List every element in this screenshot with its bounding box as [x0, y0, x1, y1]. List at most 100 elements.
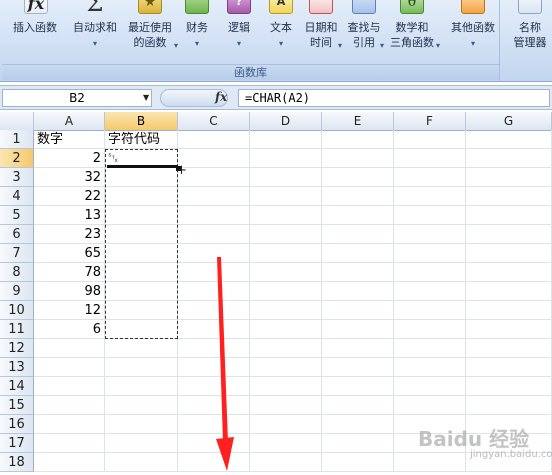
- cell-f8[interactable]: [394, 263, 466, 282]
- row-header[interactable]: 5: [0, 206, 34, 225]
- cell-e12[interactable]: [322, 339, 394, 358]
- cell-b7[interactable]: [105, 244, 178, 263]
- cell-b5[interactable]: [105, 206, 178, 225]
- cell-c2[interactable]: [178, 149, 250, 168]
- cell-a2[interactable]: 2: [34, 149, 105, 168]
- cell-d10[interactable]: [250, 301, 322, 320]
- cell-b12[interactable]: [105, 339, 178, 358]
- cell-e11[interactable]: [322, 320, 394, 339]
- cell-d9[interactable]: [250, 282, 322, 301]
- cell-d8[interactable]: [250, 263, 322, 282]
- cell-b4[interactable]: [105, 187, 178, 206]
- cell-b17[interactable]: [105, 434, 178, 453]
- cell-f11[interactable]: [394, 320, 466, 339]
- cell-f1[interactable]: [394, 130, 466, 149]
- row-header[interactable]: 6: [0, 225, 34, 244]
- row-header[interactable]: 14: [0, 377, 34, 396]
- column-header-g[interactable]: G: [466, 112, 552, 131]
- cell-g13[interactable]: [466, 358, 552, 377]
- cell-b6[interactable]: [105, 225, 178, 244]
- cell-b11[interactable]: [105, 320, 178, 339]
- cell-f7[interactable]: [394, 244, 466, 263]
- cell-e15[interactable]: [322, 396, 394, 415]
- cell-b18[interactable]: [105, 453, 178, 472]
- column-header-c[interactable]: C: [178, 112, 250, 131]
- name-box-dropdown-icon[interactable]: ▼: [143, 93, 149, 102]
- cell-e6[interactable]: [322, 225, 394, 244]
- cell-b14[interactable]: [105, 377, 178, 396]
- cell-a3[interactable]: 32: [34, 168, 105, 187]
- row-header[interactable]: 2: [0, 149, 34, 168]
- cell-f3[interactable]: [394, 168, 466, 187]
- cell-e7[interactable]: [322, 244, 394, 263]
- row-header[interactable]: 8: [0, 263, 34, 282]
- cell-f13[interactable]: [394, 358, 466, 377]
- cell-b13[interactable]: [105, 358, 178, 377]
- cell-f12[interactable]: [394, 339, 466, 358]
- cell-c1[interactable]: [178, 130, 250, 149]
- cell-a7[interactable]: 65: [34, 244, 105, 263]
- name-box[interactable]: B2: [2, 89, 152, 107]
- cell-e17[interactable]: [322, 434, 394, 453]
- row-header[interactable]: 1: [0, 130, 34, 149]
- cell-a18[interactable]: [34, 453, 105, 472]
- cell-d2[interactable]: [250, 149, 322, 168]
- cell-f15[interactable]: [394, 396, 466, 415]
- cell-f10[interactable]: [394, 301, 466, 320]
- cell-d12[interactable]: [250, 339, 322, 358]
- cell-b9[interactable]: [105, 282, 178, 301]
- cell-f4[interactable]: [394, 187, 466, 206]
- cell-e5[interactable]: [322, 206, 394, 225]
- cell-d13[interactable]: [250, 358, 322, 377]
- cell-d7[interactable]: [250, 244, 322, 263]
- insert-function-fx-button[interactable]: fx: [215, 90, 227, 104]
- row-header[interactable]: 15: [0, 396, 34, 415]
- cell-a6[interactable]: 23: [34, 225, 105, 244]
- cell-g2[interactable]: [466, 149, 552, 168]
- cell-b3[interactable]: [105, 168, 178, 187]
- cell-g5[interactable]: [466, 206, 552, 225]
- cell-a8[interactable]: 78: [34, 263, 105, 282]
- cell-a12[interactable]: [34, 339, 105, 358]
- cell-g11[interactable]: [466, 320, 552, 339]
- row-header[interactable]: 9: [0, 282, 34, 301]
- cell-a16[interactable]: [34, 415, 105, 434]
- cell-a4[interactable]: 22: [34, 187, 105, 206]
- cell-b15[interactable]: [105, 396, 178, 415]
- cell-d6[interactable]: [250, 225, 322, 244]
- cell-f2[interactable]: [394, 149, 466, 168]
- cell-a10[interactable]: 12: [34, 301, 105, 320]
- column-header-f[interactable]: F: [394, 112, 466, 131]
- cell-e2[interactable]: [322, 149, 394, 168]
- row-header[interactable]: 17: [0, 434, 34, 453]
- cell-d4[interactable]: [250, 187, 322, 206]
- formula-input[interactable]: =CHAR(A2): [238, 89, 550, 107]
- cell-d18[interactable]: [250, 453, 322, 472]
- cell-e18[interactable]: [322, 453, 394, 472]
- cell-e3[interactable]: [322, 168, 394, 187]
- cell-g12[interactable]: [466, 339, 552, 358]
- cell-g4[interactable]: [466, 187, 552, 206]
- column-header-e[interactable]: E: [322, 112, 394, 131]
- cell-e9[interactable]: [322, 282, 394, 301]
- row-header[interactable]: 4: [0, 187, 34, 206]
- cell-c6[interactable]: [178, 225, 250, 244]
- cell-c5[interactable]: [178, 206, 250, 225]
- cell-f9[interactable]: [394, 282, 466, 301]
- cell-g15[interactable]: [466, 396, 552, 415]
- cell-d1[interactable]: [250, 130, 322, 149]
- cell-e16[interactable]: [322, 415, 394, 434]
- cell-f18[interactable]: [394, 453, 466, 472]
- cell-c4[interactable]: [178, 187, 250, 206]
- cell-a1[interactable]: 数字: [34, 130, 105, 149]
- select-all-corner[interactable]: [0, 112, 34, 131]
- cell-d17[interactable]: [250, 434, 322, 453]
- cell-a13[interactable]: [34, 358, 105, 377]
- column-header-d[interactable]: D: [250, 112, 322, 131]
- row-header[interactable]: 13: [0, 358, 34, 377]
- cell-f5[interactable]: [394, 206, 466, 225]
- cell-g1[interactable]: [466, 130, 552, 149]
- row-header[interactable]: 16: [0, 415, 34, 434]
- cell-e8[interactable]: [322, 263, 394, 282]
- cell-b8[interactable]: [105, 263, 178, 282]
